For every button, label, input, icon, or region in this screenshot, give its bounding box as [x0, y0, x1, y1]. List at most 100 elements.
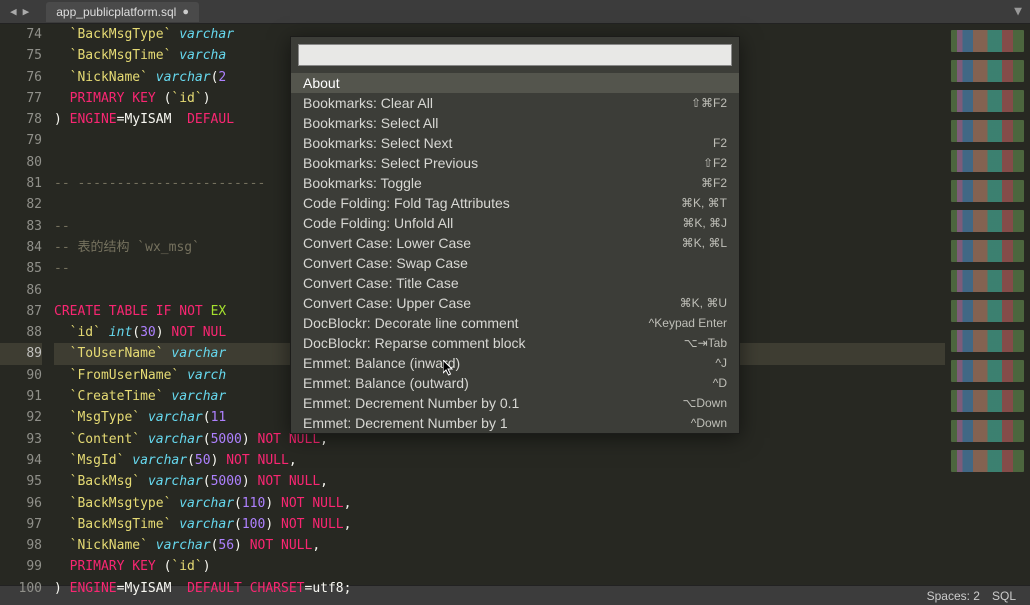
tab-filename: app_publicplatform.sql — [56, 5, 176, 19]
command-palette-item[interactable]: Code Folding: Fold Tag Attributes⌘K, ⌘T — [291, 193, 739, 213]
line-number: 99 — [0, 556, 42, 577]
minimap-block — [951, 60, 1024, 82]
command-label: Bookmarks: Select All — [303, 115, 438, 131]
command-palette-item[interactable]: Emmet: Balance (outward)^D — [291, 373, 739, 393]
minimap-block — [951, 330, 1024, 352]
command-palette-item[interactable]: Bookmarks: Select Previous ⇧F2 — [291, 153, 739, 173]
command-shortcut: ^J — [715, 356, 727, 370]
line-number: 74 — [0, 24, 42, 45]
code-line[interactable]: `MsgId` varchar(50) NOT NULL, — [54, 450, 945, 471]
command-label: Convert Case: Lower Case — [303, 235, 471, 251]
line-number: 92 — [0, 407, 42, 428]
code-line[interactable]: PRIMARY KEY (`id`) — [54, 556, 945, 577]
command-palette-item[interactable]: Code Folding: Unfold All⌘K, ⌘J — [291, 213, 739, 233]
line-number: 75 — [0, 45, 42, 66]
command-palette-item[interactable]: Convert Case: Lower Case ⌘K, ⌘L — [291, 233, 739, 253]
command-shortcut: ⌘K, ⌘T — [681, 196, 727, 210]
command-palette-item[interactable]: Bookmarks: Clear All ⇧⌘F2 — [291, 93, 739, 113]
command-palette-item[interactable]: Convert Case: Title Case — [291, 273, 739, 293]
command-shortcut: ⌘F2 — [701, 176, 727, 190]
command-shortcut: ^Keypad Enter — [649, 316, 727, 330]
command-palette-item[interactable]: DocBlockr: Reparse comment block⌥⇥Tab — [291, 333, 739, 353]
line-number: 98 — [0, 535, 42, 556]
command-shortcut: ⇧F2 — [703, 156, 727, 170]
nav-arrows: ◀ ▶ — [8, 5, 31, 18]
command-label: Emmet: Decrement Number by 1 — [303, 415, 508, 431]
line-number: 80 — [0, 152, 42, 173]
command-label: Code Folding: Unfold All — [303, 215, 453, 231]
tab-dirty-icon: ● — [182, 6, 189, 18]
command-label: Emmet: Decrement Number by 0.1 — [303, 395, 519, 411]
minimap-block — [951, 210, 1024, 232]
line-number: 91 — [0, 386, 42, 407]
status-lang[interactable]: SQL — [992, 589, 1016, 603]
command-palette-item[interactable]: About — [291, 73, 739, 93]
command-label: Bookmarks: Clear All — [303, 95, 433, 111]
command-shortcut: ⌘K, ⌘L — [682, 236, 727, 250]
line-number: 84 — [0, 237, 42, 258]
line-number: 78 — [0, 109, 42, 130]
nav-forward-icon[interactable]: ▶ — [21, 5, 32, 18]
nav-back-icon[interactable]: ◀ — [8, 5, 19, 18]
minimap[interactable] — [945, 24, 1030, 585]
line-number: 88 — [0, 322, 42, 343]
line-number: 93 — [0, 429, 42, 450]
command-label: About — [303, 75, 340, 91]
line-number: 83 — [0, 216, 42, 237]
command-shortcut: ⌥Down — [682, 396, 727, 410]
command-shortcut: ^D — [713, 376, 727, 390]
command-shortcut: F2 — [713, 136, 727, 150]
command-palette-item[interactable]: Convert Case: Upper Case ⌘K, ⌘U — [291, 293, 739, 313]
command-palette-item[interactable]: Bookmarks: Select All — [291, 113, 739, 133]
command-label: Bookmarks: Select Next — [303, 135, 452, 151]
line-number: 86 — [0, 280, 42, 301]
file-tab[interactable]: app_publicplatform.sql ● — [46, 2, 199, 22]
minimap-block — [951, 30, 1024, 52]
minimap-block — [951, 120, 1024, 142]
line-number: 77 — [0, 88, 42, 109]
command-palette: AboutBookmarks: Clear All⇧⌘F2Bookmarks: … — [290, 36, 740, 434]
minimap-block — [951, 270, 1024, 292]
command-palette-item[interactable]: Bookmarks: Toggle ⌘F2 — [291, 173, 739, 193]
minimap-block — [951, 90, 1024, 112]
minimap-block — [951, 450, 1024, 472]
line-number: 89 — [0, 343, 42, 364]
code-line[interactable]: `BackMsgtype` varchar(110) NOT NULL, — [54, 493, 945, 514]
command-label: Bookmarks: Toggle — [303, 175, 422, 191]
command-shortcut: ⌘K, ⌘U — [680, 296, 727, 310]
command-label: Convert Case: Upper Case — [303, 295, 471, 311]
command-shortcut: ⌥⇥Tab — [684, 336, 727, 350]
line-number: 85 — [0, 258, 42, 279]
command-label: DocBlockr: Decorate line comment — [303, 315, 519, 331]
command-palette-item[interactable]: Bookmarks: Select Next F2 — [291, 133, 739, 153]
line-number: 95 — [0, 471, 42, 492]
command-palette-item[interactable]: Emmet: Decrement Number by 1 ^Down — [291, 413, 739, 433]
minimap-block — [951, 420, 1024, 442]
command-palette-item[interactable]: Emmet: Decrement Number by 0.1 ⌥Down — [291, 393, 739, 413]
titlebar-menu-icon[interactable]: ▼ — [1014, 4, 1022, 19]
line-number: 97 — [0, 514, 42, 535]
command-shortcut: ⇧⌘F2 — [691, 96, 727, 110]
code-line[interactable]: ) ENGINE=MyISAM DEFAULT CHARSET=utf8; — [54, 578, 945, 599]
gutter: 7475767778798081828384858687888990919293… — [0, 24, 54, 585]
line-number: 100 — [0, 578, 42, 599]
command-palette-input[interactable] — [298, 44, 732, 66]
command-label: Bookmarks: Select Previous — [303, 155, 478, 171]
line-number: 76 — [0, 67, 42, 88]
code-line[interactable]: `BackMsgTime` varchar(100) NOT NULL, — [54, 514, 945, 535]
minimap-block — [951, 180, 1024, 202]
command-palette-item[interactable]: Convert Case: Swap Case — [291, 253, 739, 273]
command-palette-item[interactable]: DocBlockr: Decorate line comment ^Keypad … — [291, 313, 739, 333]
minimap-block — [951, 240, 1024, 262]
code-line[interactable]: `BackMsg` varchar(5000) NOT NULL, — [54, 471, 945, 492]
line-number: 90 — [0, 365, 42, 386]
minimap-block — [951, 360, 1024, 382]
command-label: Emmet: Balance (inward) — [303, 355, 460, 371]
command-palette-list: AboutBookmarks: Clear All⇧⌘F2Bookmarks: … — [291, 73, 739, 433]
line-number: 82 — [0, 194, 42, 215]
command-palette-item[interactable]: Emmet: Balance (inward) ^J — [291, 353, 739, 373]
command-shortcut: ^Down — [691, 416, 727, 430]
minimap-block — [951, 390, 1024, 412]
code-line[interactable]: `NickName` varchar(56) NOT NULL, — [54, 535, 945, 556]
line-number: 94 — [0, 450, 42, 471]
